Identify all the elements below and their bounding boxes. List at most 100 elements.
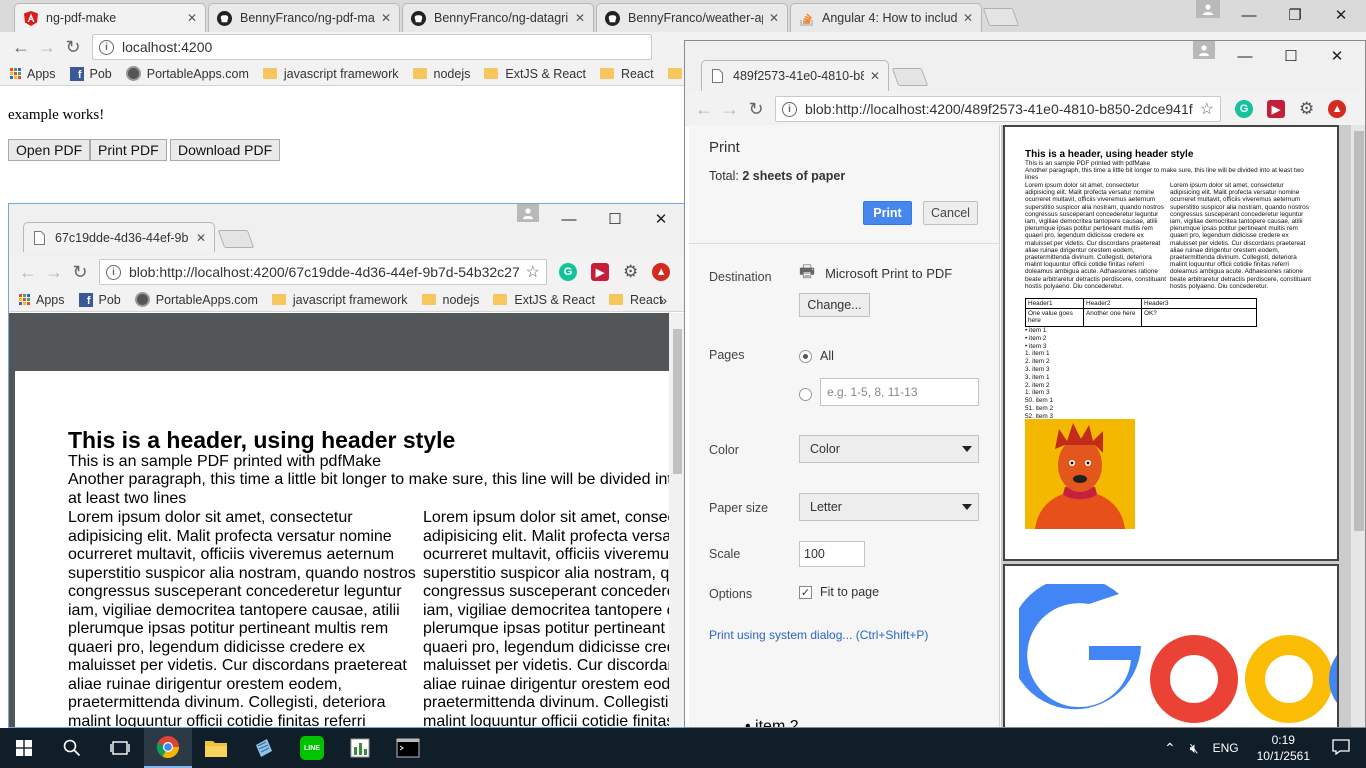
tab-stackoverflow[interactable]: Angular 4: How to includ ✕ <box>790 3 982 32</box>
back-icon[interactable]: ← <box>8 37 34 58</box>
bookmark-extjs-react[interactable]: ExtJS & React <box>493 293 595 307</box>
profile-icon[interactable] <box>1196 0 1220 18</box>
address-bar[interactable]: i blob:http://localhost:4200/489f2573-41… <box>775 96 1221 122</box>
bookmark-nodejs[interactable]: nodejs <box>412 67 470 81</box>
bookmark-javascript-framework[interactable]: javascript framework <box>271 293 408 307</box>
system-dialog-link[interactable]: Print using system dialog... (Ctrl+Shift… <box>709 628 928 642</box>
close-icon[interactable]: ✕ <box>187 11 197 25</box>
back-icon[interactable]: ← <box>15 262 41 283</box>
bookmark-apps[interactable]: Apps <box>19 293 65 307</box>
info-icon[interactable]: i <box>782 101 797 117</box>
command-prompt-icon[interactable] <box>384 728 432 768</box>
upload-icon[interactable]: ▲ <box>652 263 671 281</box>
bookmark-nodejs[interactable]: nodejs <box>421 293 479 307</box>
reload-icon[interactable]: ↻ <box>60 37 86 58</box>
close-window-icon[interactable]: ✕ <box>1318 0 1364 30</box>
download-pdf-button[interactable]: Download PDF <box>170 139 281 161</box>
info-icon[interactable]: i <box>99 39 114 55</box>
new-tab-button[interactable] <box>891 68 929 86</box>
grammarly-icon[interactable]: G <box>559 263 577 281</box>
reload-icon[interactable]: ↻ <box>67 262 93 283</box>
extension-icon[interactable]: ▶ <box>1267 100 1285 118</box>
scale-input[interactable]: 100 <box>799 541 865 567</box>
color-select[interactable]: Color <box>799 435 979 463</box>
profile-icon[interactable] <box>1193 41 1215 59</box>
preview-scrollbar[interactable] <box>1351 125 1365 727</box>
address-bar[interactable]: i blob:http://localhost:4200/67c19dde-4d… <box>99 259 547 285</box>
chevron-up-icon[interactable]: ⌃ <box>1164 740 1176 757</box>
close-icon[interactable]: ✕ <box>575 11 585 25</box>
star-icon[interactable]: ☆ <box>526 262 540 282</box>
paper-size-select[interactable]: Letter <box>799 493 979 521</box>
bookmark-extjs-react[interactable]: ExtJS & React <box>484 67 586 81</box>
windows-start-icon[interactable] <box>0 728 48 768</box>
pages-all-option[interactable]: All <box>799 349 834 363</box>
bookmark-pob[interactable]: f Pob <box>69 66 112 81</box>
close-window-icon[interactable]: ✕ <box>638 204 684 234</box>
bookmark-portableapps[interactable]: PortableApps.com <box>134 292 258 307</box>
radio-selected-icon[interactable] <box>799 349 812 363</box>
close-icon[interactable]: ✕ <box>870 69 880 83</box>
minimize-icon[interactable]: — <box>1226 0 1272 30</box>
scrollbar-thumb[interactable] <box>1354 131 1364 531</box>
new-tab-button[interactable] <box>217 230 255 248</box>
forward-icon[interactable]: → <box>34 37 60 58</box>
close-icon[interactable]: ✕ <box>769 11 779 25</box>
notepad-icon[interactable] <box>240 728 288 768</box>
tab-github-weather-app[interactable]: BennyFranco/weather-ap ✕ <box>596 3 788 32</box>
tab-print-blob[interactable]: 489f2573-41e0-4810-b8 ✕ <box>701 60 889 91</box>
close-icon[interactable]: ✕ <box>381 11 391 25</box>
open-pdf-button[interactable]: Open PDF <box>8 139 91 161</box>
radio-unselected-icon[interactable] <box>799 388 812 401</box>
back-icon[interactable]: ← <box>691 99 717 120</box>
print-pdf-button[interactable]: Print PDF <box>90 139 167 161</box>
task-view-icon[interactable] <box>96 728 144 768</box>
star-icon[interactable]: ☆ <box>1200 99 1214 119</box>
minimize-icon[interactable]: — <box>1222 41 1268 71</box>
close-window-icon[interactable]: ✕ <box>1314 41 1360 71</box>
file-explorer-icon[interactable] <box>192 728 240 768</box>
restore-icon[interactable]: ❐ <box>1272 0 1318 30</box>
spreadsheet-app-icon[interactable] <box>336 728 384 768</box>
settings-icon[interactable]: ⚙ <box>623 262 638 282</box>
maximize-icon[interactable]: ☐ <box>592 204 638 234</box>
minimize-icon[interactable]: — <box>546 204 592 234</box>
speaker-muted-icon[interactable]: 🔇︎ <box>1190 740 1199 757</box>
new-tab-button[interactable] <box>982 8 1020 26</box>
tab-ng-pdf-make[interactable]: ng-pdf-make ✕ <box>14 3 206 32</box>
scrollbar-thumb[interactable] <box>673 329 682 474</box>
extension-icon[interactable]: ▶ <box>591 263 609 281</box>
info-icon[interactable]: i <box>106 264 121 280</box>
grammarly-icon[interactable]: G <box>1235 100 1253 118</box>
profile-icon[interactable] <box>517 204 539 222</box>
address-bar[interactable]: i localhost:4200 <box>92 34 652 60</box>
print-button[interactable]: Print <box>863 201 912 225</box>
tab-pdf-blob[interactable]: 67c19dde-4d36-44ef-9b ✕ <box>23 222 215 252</box>
upload-icon[interactable]: ▲ <box>1328 100 1347 118</box>
checkbox-checked-icon[interactable]: ✓ <box>799 585 812 599</box>
more-bookmarks-icon[interactable]: » <box>659 292 667 308</box>
bookmark-react[interactable]: React <box>608 293 663 307</box>
bookmark-react[interactable]: React <box>599 67 654 81</box>
forward-icon[interactable]: → <box>41 262 67 283</box>
bookmark-apps[interactable]: Apps <box>10 67 56 81</box>
close-icon[interactable]: ✕ <box>196 231 206 245</box>
search-icon[interactable] <box>48 728 96 768</box>
bookmark-socket[interactable]: socke <box>667 67 684 81</box>
settings-icon[interactable]: ⚙ <box>1299 99 1314 119</box>
clock[interactable]: 0:19 10/1/2561 <box>1257 732 1310 764</box>
fit-to-page-option[interactable]: ✓ Fit to page <box>799 585 879 599</box>
forward-icon[interactable]: → <box>717 99 743 120</box>
bookmark-portableapps[interactable]: PortableApps.com <box>125 66 249 81</box>
pages-custom-input[interactable]: e.g. 1-5, 8, 11-13 <box>820 378 979 406</box>
reload-icon[interactable]: ↻ <box>743 99 769 120</box>
maximize-icon[interactable]: ☐ <box>1268 41 1314 71</box>
change-destination-button[interactable]: Change... <box>799 293 870 317</box>
close-icon[interactable]: ✕ <box>963 11 973 25</box>
tab-github-ng-datagrid[interactable]: BennyFranco/ng-datagri ✕ <box>402 3 594 32</box>
notification-icon[interactable] <box>1332 738 1350 758</box>
chrome-taskbar-icon[interactable] <box>144 728 192 768</box>
line-app-icon[interactable]: LINE <box>288 728 336 768</box>
cancel-button[interactable]: Cancel <box>923 201 978 225</box>
language-indicator[interactable]: ENG <box>1213 741 1239 755</box>
